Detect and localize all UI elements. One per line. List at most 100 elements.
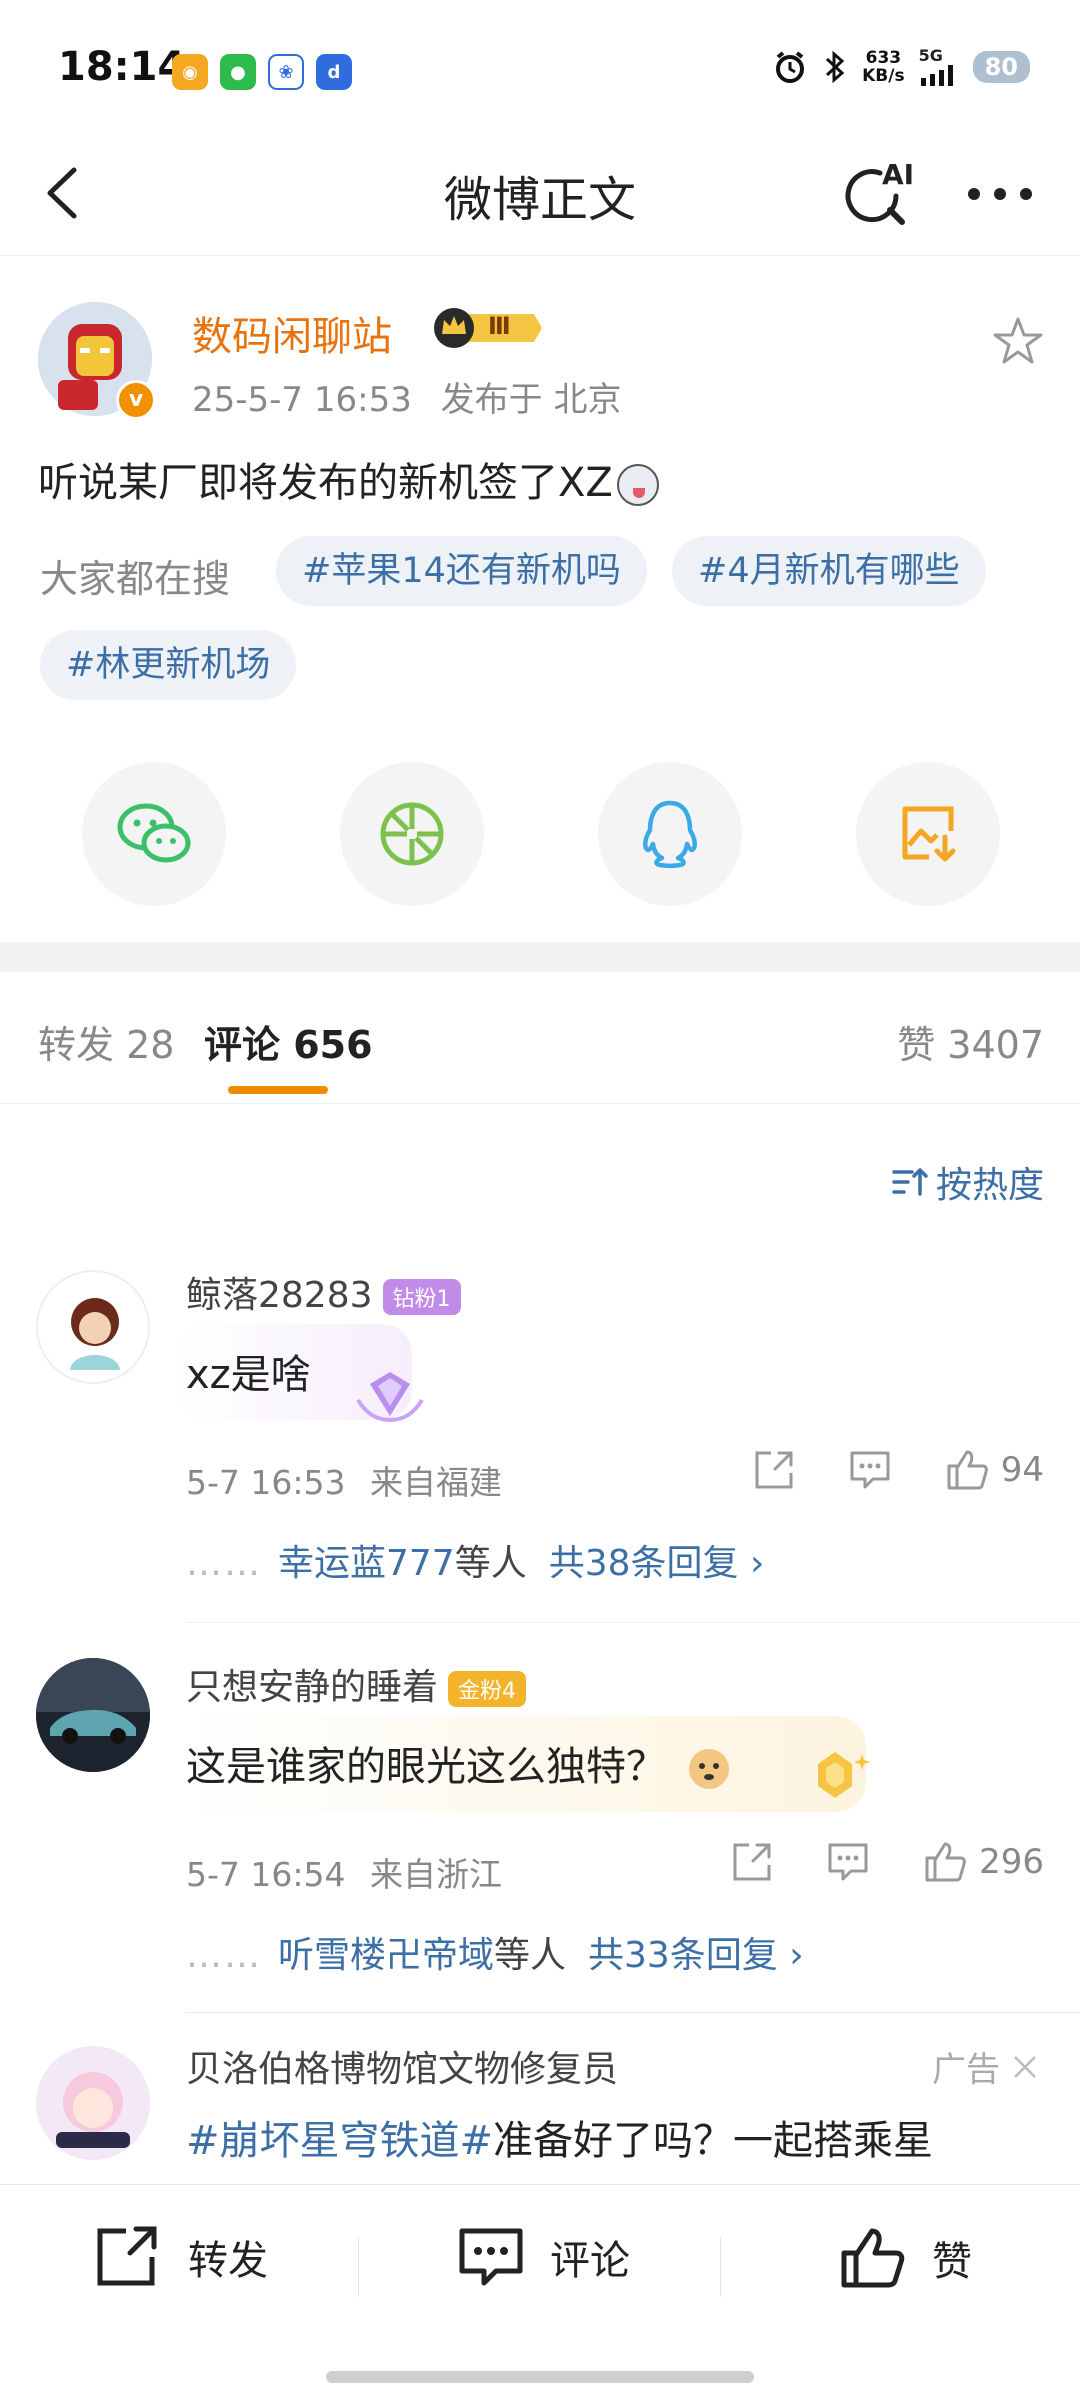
tab-comments[interactable]: 评论 656 — [204, 1014, 373, 1069]
diamond-decoration-icon — [356, 1372, 424, 1423]
sort-icon — [892, 1168, 928, 1196]
comment-reply-button[interactable] — [825, 1839, 871, 1885]
repost-icon — [97, 2226, 157, 2286]
comment-like-button[interactable]: 296 — [921, 1838, 1044, 1886]
battery-indicator: 80 — [972, 51, 1030, 83]
close-icon — [1014, 2055, 1036, 2078]
bottom-action-bar: 转发 评论 赞 — [0, 2184, 1080, 2400]
post-date: 25-5-7 16:53 — [192, 380, 412, 420]
reply-dots: …… — [186, 1935, 262, 1976]
ai-search-button[interactable]: AI — [840, 156, 920, 232]
comment-replies-link[interactable]: …… 幸运蓝777等人 共38条回复 › — [186, 1534, 764, 1586]
like-button[interactable]: 赞 — [838, 2225, 972, 2291]
network-speed: 633 KB/s — [862, 49, 904, 85]
like-count: 94 — [1000, 1450, 1044, 1490]
level-badge-text: Ⅲ — [488, 312, 511, 340]
bottom-divider — [358, 2237, 359, 2297]
comment-text: 这是谁家的眼光这么独特？ — [186, 1734, 731, 1792]
home-indicator[interactable] — [326, 2371, 754, 2383]
emoji-icon — [616, 464, 659, 506]
moments-icon — [380, 802, 444, 866]
net-speed-unit: KB/s — [862, 66, 905, 86]
qq-icon — [643, 800, 697, 868]
baidu-app-icon: ❀ — [268, 54, 304, 90]
save-image-icon — [902, 806, 956, 862]
car-avatar-image — [36, 1658, 150, 1772]
trending-label: 大家都在搜 — [40, 557, 231, 601]
ad-avatar[interactable] — [36, 2046, 150, 2160]
fan-badge: 钻粉1 — [382, 1279, 461, 1315]
comment-separator — [186, 2012, 1080, 2013]
commenter-avatar[interactable] — [36, 1270, 150, 1384]
trending-tag[interactable]: #林更新机场 — [40, 630, 297, 700]
fan-badge: 金粉4 — [448, 1671, 527, 1707]
reply-total: 共38条回复 › — [548, 1543, 765, 1584]
weibo-app-icon: ◉ — [172, 54, 208, 90]
post-text-content: 听说某厂即将发布的新机签了XZ — [38, 460, 613, 506]
comment-share-button[interactable] — [729, 1839, 775, 1885]
signal-bars-icon — [920, 65, 953, 86]
comment-like-button[interactable]: 94 — [943, 1446, 1044, 1494]
share-icon — [755, 1451, 793, 1489]
tab-reposts[interactable]: 转发 28 — [38, 1014, 174, 1069]
commenter-avatar[interactable] — [36, 1658, 150, 1772]
signal-type: 5G — [918, 46, 943, 65]
level-badge[interactable]: Ⅲ — [430, 306, 544, 350]
status-app-icons: ◉ ● ❀ d — [172, 54, 352, 90]
ad-text-content: 准备好了吗？一起搭乘星 — [493, 2118, 934, 2164]
comment-replies-link[interactable]: …… 听雪楼卍帝域等人 共33条回复 › — [186, 1926, 804, 1978]
sort-label: 按热度 — [935, 1165, 1044, 1206]
thumbs-up-icon — [947, 1450, 988, 1490]
comment-icon — [459, 2228, 523, 2286]
commenter-username: 鲸落28283 — [186, 1275, 373, 1316]
more-button[interactable] — [960, 164, 1040, 224]
alarm-icon — [776, 51, 805, 83]
reply-mid: 等人 — [494, 1935, 567, 1976]
share-moments-button[interactable] — [340, 762, 484, 906]
tab-likes[interactable]: 赞 3407 — [897, 1014, 1044, 1069]
anime-boy-avatar-image — [70, 1298, 120, 1370]
comment-time: 5-7 16:54 — [186, 1855, 346, 1894]
commenter-name[interactable]: 只想安静的睡着 金粉4 — [186, 1658, 527, 1710]
top-navigation: 微博正文 AI — [0, 130, 1080, 256]
comment-actions: 94 — [701, 1446, 1044, 1494]
save-image-button[interactable] — [856, 762, 1000, 906]
sort-button[interactable]: 按热度 — [890, 1156, 1044, 1208]
reply-users: 听雪楼卍帝域 — [278, 1935, 495, 1976]
status-indicators: 633 KB/s 5G 80 — [772, 48, 1030, 86]
author-name[interactable]: 数码闲聊站 — [192, 304, 392, 362]
reply-users: 幸运蓝777 — [278, 1543, 455, 1584]
favorite-button[interactable] — [990, 314, 1046, 370]
comment-label: 评论 — [550, 2238, 630, 2284]
ad-username[interactable]: 贝洛伯格博物馆文物修复员 — [186, 2040, 618, 2092]
repost-label: 转发 — [188, 2238, 268, 2284]
wechat-icon — [117, 803, 191, 863]
comment-time: 5-7 16:53 — [186, 1463, 346, 1502]
comment-text: xz是啥 — [186, 1352, 311, 1398]
comment-share-button[interactable] — [751, 1447, 797, 1493]
comment-separator — [186, 1622, 1080, 1623]
ad-topic[interactable]: #崩坏星穹铁道# — [186, 2118, 493, 2164]
star-icon — [993, 317, 1043, 364]
comment-tabs: 转发 28 评论 656 赞 3407 — [0, 972, 1080, 1104]
active-tab-indicator — [228, 1086, 328, 1094]
verified-badge: v — [116, 380, 156, 420]
share-qq-button[interactable] — [598, 762, 742, 906]
ad-label-text: 广告 — [932, 2050, 1000, 2090]
trending-tag[interactable]: #4月新机有哪些 — [672, 536, 986, 606]
gold-badge-decoration-icon — [818, 1752, 870, 1798]
trending-tag[interactable]: #苹果14还有新机吗 — [276, 536, 647, 606]
comment-location: 来自浙江 — [370, 1855, 502, 1894]
share-wechat-button[interactable] — [82, 762, 226, 906]
author-avatar[interactable]: v — [38, 302, 156, 420]
comment-reply-button[interactable] — [847, 1447, 893, 1493]
comment-button[interactable]: 评论 — [456, 2225, 630, 2289]
thumbs-up-icon — [841, 2228, 905, 2288]
post-meta: 25-5-7 16:53 发布于 北京 — [192, 372, 621, 421]
commenter-name[interactable]: 鲸落28283 钻粉1 — [186, 1266, 461, 1318]
repost-button[interactable]: 转发 — [94, 2225, 268, 2289]
reply-total: 共33条回复 › — [588, 1935, 804, 1976]
post-location: 发布于 北京 — [440, 380, 622, 420]
ad-label[interactable]: 广告 — [932, 2042, 1040, 2091]
wechat-app-icon: ● — [220, 54, 256, 90]
